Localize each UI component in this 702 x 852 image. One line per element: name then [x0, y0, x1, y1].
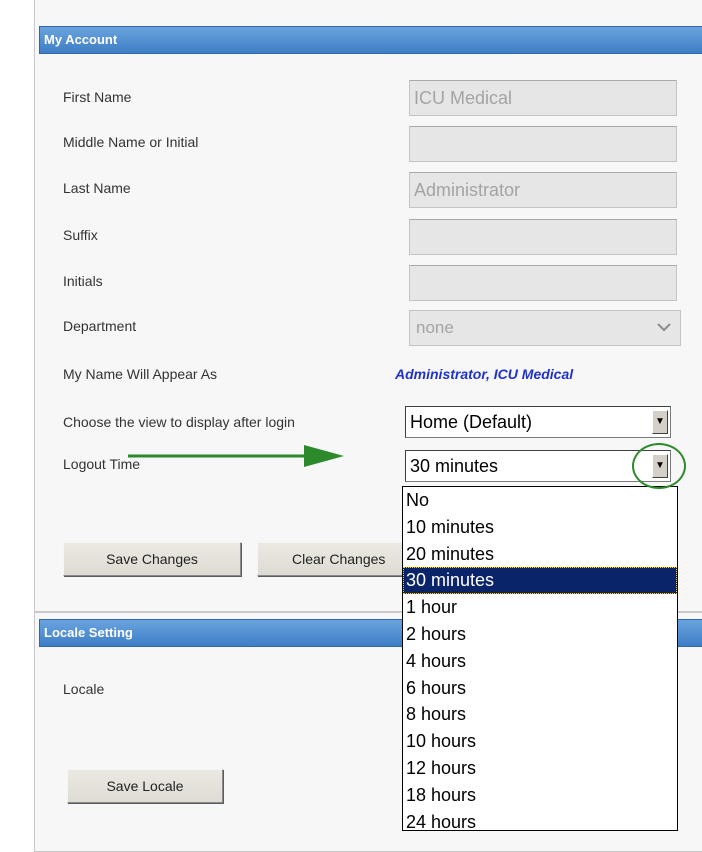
initials-label: Initials: [63, 273, 103, 289]
dropdown-option[interactable]: 12 hours: [403, 755, 677, 782]
dropdown-arrow-icon[interactable]: ▼: [652, 410, 668, 434]
dropdown-option[interactable]: 2 hours: [403, 621, 677, 648]
last-name-label: Last Name: [63, 180, 131, 196]
logout-time-value: 30 minutes: [410, 456, 499, 476]
dropdown-option[interactable]: 20 minutes: [403, 541, 677, 568]
department-select[interactable]: none: [409, 310, 681, 346]
initials-field[interactable]: [409, 265, 677, 301]
dropdown-option[interactable]: 18 hours: [403, 782, 677, 809]
last-name-field[interactable]: Administrator: [409, 172, 677, 208]
view-after-login-value: Home (Default): [410, 412, 533, 432]
dropdown-option[interactable]: 1 hour: [403, 594, 677, 621]
dropdown-option[interactable]: 30 minutes: [403, 567, 677, 595]
dropdown-option[interactable]: 8 hours: [403, 701, 677, 728]
annotation-circle: [632, 443, 686, 489]
view-after-login-select[interactable]: Home (Default) ▼: [405, 406, 671, 438]
dropdown-option[interactable]: No: [403, 487, 677, 514]
dropdown-option[interactable]: 4 hours: [403, 648, 677, 675]
middle-name-label: Middle Name or Initial: [63, 134, 199, 150]
suffix-label: Suffix: [63, 227, 98, 243]
dropdown-option[interactable]: 6 hours: [403, 675, 677, 702]
my-account-header: My Account: [39, 26, 702, 54]
annotation-arrow-icon: [128, 445, 344, 467]
locale-label: Locale: [63, 681, 105, 697]
suffix-field[interactable]: [409, 219, 677, 255]
first-name-field[interactable]: ICU Medical: [409, 80, 677, 116]
dropdown-option[interactable]: 10 hours: [403, 728, 677, 755]
department-label: Department: [63, 318, 137, 334]
name-appearance-label: My Name Will Appear As: [63, 366, 218, 382]
dropdown-option[interactable]: 10 minutes: [403, 514, 677, 541]
logout-time-dropdown-list[interactable]: No 10 minutes 20 minutes 30 minutes 1 hour 2 …: [402, 486, 678, 832]
first-name-label: First Name: [63, 89, 132, 105]
save-changes-button[interactable]: Save Changes: [63, 542, 241, 576]
view-after-login-label: Choose the view to display after login: [63, 414, 295, 430]
chevron-down-icon: [656, 311, 672, 356]
save-locale-button[interactable]: Save Locale: [67, 769, 223, 803]
department-value: none: [416, 318, 454, 337]
dropdown-option[interactable]: 24 hours: [403, 809, 677, 836]
middle-name-field[interactable]: [409, 126, 677, 162]
name-appearance-value: Administrator, ICU Medical: [395, 366, 574, 382]
